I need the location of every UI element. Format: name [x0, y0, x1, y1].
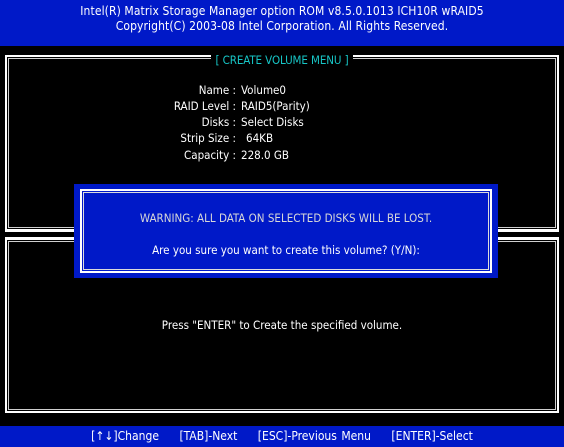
capacity-field[interactable]: 228.0 GB — [241, 148, 289, 162]
data-loss-warning: WARNING: ALL DATA ON SELECTED DISKS WILL… — [139, 211, 433, 225]
section-title-text: [ CREATE VOLUME MENU ] — [211, 53, 353, 67]
create-volume-prompt[interactable]: Are you sure you want to create this vol… — [74, 243, 498, 257]
previous-menu-key-hint: [ESC]-Previous Menu — [257, 429, 371, 443]
divider-left — [5, 230, 75, 232]
capacity-label: Capacity : — [184, 148, 236, 162]
select-key-hint: [ENTER]-Select — [391, 429, 473, 443]
strip-size-field[interactable]: 64KB — [246, 131, 273, 145]
dialog-border — [80, 189, 492, 273]
next-key-hint: [TAB]-Next — [179, 429, 238, 443]
name-field[interactable]: Volume0 — [241, 83, 286, 97]
divider-left-2 — [5, 237, 75, 239]
help-text: Press "ENTER" to Create the specified vo… — [161, 318, 403, 332]
disks-label: Disks : — [201, 115, 236, 129]
divider-right-2 — [497, 237, 559, 239]
divider-right — [497, 230, 559, 232]
raid-level-field[interactable]: RAID5(Parity) — [241, 99, 310, 113]
key-help-bar: [↑↓]Change [TAB]-Next [ESC]-Previous Men… — [0, 426, 564, 447]
copyright-line: Copyright(C) 2003-08 Intel Corporation. … — [115, 19, 449, 33]
strip-size-label: Strip Size : — [180, 131, 236, 145]
rom-version-line: Intel(R) Matrix Storage Manager option R… — [80, 4, 484, 18]
name-label: Name : — [198, 83, 236, 97]
disks-field[interactable]: Select Disks — [241, 115, 304, 129]
change-key-hint: [↑↓]Change — [91, 429, 159, 443]
create-volume-menu-title: [ CREATE VOLUME MENU ] — [0, 49, 564, 68]
bios-header: Intel(R) Matrix Storage Manager option R… — [0, 0, 564, 46]
confirm-dialog[interactable] — [74, 184, 498, 278]
raid-level-label: RAID Level : — [173, 99, 236, 113]
